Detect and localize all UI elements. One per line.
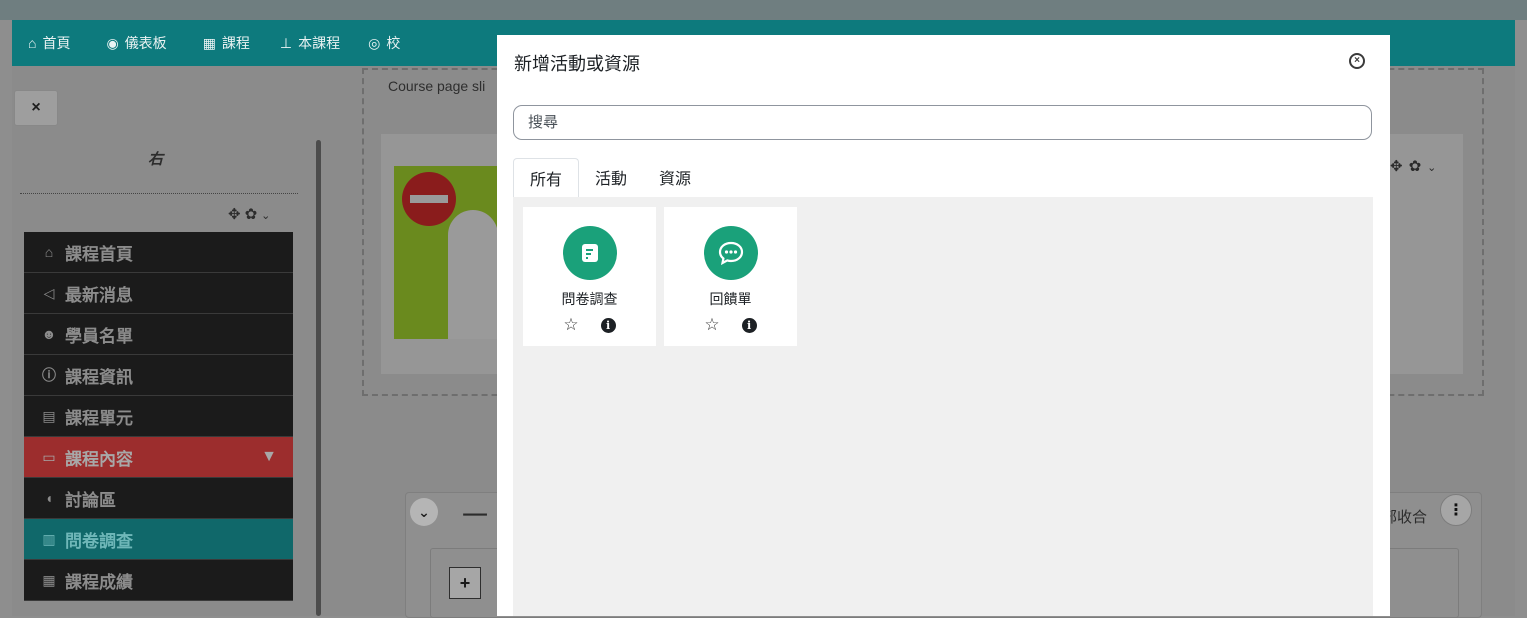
menu-item-label: 最新消息 xyxy=(65,285,133,305)
star-icon[interactable]: ☆ xyxy=(563,315,578,335)
menu-item-label: 學員名單 xyxy=(65,326,133,346)
menu-item-course-info[interactable]: ⓘ 課程資訊 xyxy=(24,355,293,396)
feedback-icon xyxy=(703,226,758,280)
section-title: 一 xyxy=(462,501,489,531)
menu-item-news[interactable]: ◁ 最新消息 xyxy=(24,273,293,314)
table-icon: ▦ xyxy=(42,571,56,588)
bar-chart-icon: ▥ xyxy=(42,530,56,547)
menu-item-participants[interactable]: ☻ 學員名單 xyxy=(24,314,293,355)
nav-item-label: 校 xyxy=(386,35,401,51)
block-controls: ✥✿⌄ xyxy=(228,205,274,223)
move-icon[interactable]: ✥ xyxy=(228,206,245,223)
nav-item-courses[interactable]: ▦ 課程 xyxy=(203,33,250,53)
chevron-down-icon[interactable]: ⌄ xyxy=(1427,162,1442,174)
nav-item-school[interactable]: ◎ 校 xyxy=(368,33,400,53)
figure-image xyxy=(448,210,498,339)
section-collapse-button[interactable]: ⌄ xyxy=(410,498,438,526)
list-icon: ▤ xyxy=(42,407,56,424)
comments-icon: ◖ xyxy=(44,490,54,506)
menu-item-label: 課程單元 xyxy=(65,408,133,428)
chevron-down-icon[interactable]: ⌄ xyxy=(261,210,274,222)
star-icon[interactable]: ☆ xyxy=(704,315,719,335)
nav-item-label: 儀表板 xyxy=(124,35,167,51)
info-icon[interactable]: i xyxy=(600,317,616,333)
activity-card-feedback[interactable]: 回饋單 ☆ i xyxy=(664,207,797,346)
menu-item-label: 課程內容 xyxy=(65,449,133,469)
activity-card-questionnaire[interactable]: 問卷調查 ☆ i xyxy=(523,207,656,346)
sitemap-icon: ⊥ xyxy=(279,34,293,51)
lifebuoy-icon: ◎ xyxy=(368,34,381,51)
menu-item-label: 課程首頁 xyxy=(65,244,133,264)
activity-card-label: 問卷調查 xyxy=(561,291,618,307)
close-icon[interactable]: × xyxy=(1349,53,1365,69)
info-icon: ⓘ xyxy=(42,367,56,383)
divider xyxy=(20,193,298,194)
home-icon: ⌂ xyxy=(44,244,54,260)
tab-activities[interactable]: 活動 xyxy=(579,158,643,196)
menu-item-label: 課程成績 xyxy=(65,572,133,592)
menu-item-forum[interactable]: ◖ 討論區 xyxy=(24,478,293,519)
tab-resources[interactable]: 資源 xyxy=(643,158,707,196)
menu-item-questionnaire[interactable]: ▥ 問卷調查 xyxy=(24,519,293,560)
activity-card-actions: ☆ i xyxy=(563,315,616,335)
nav-item-dashboard[interactable]: ◉ 儀表板 xyxy=(106,33,166,53)
grid-icon: ▦ xyxy=(202,34,216,51)
menu-item-course-units[interactable]: ▤ 課程單元 xyxy=(24,396,293,437)
nav-item-label: 本課程 xyxy=(298,35,341,51)
activity-card-actions: ☆ i xyxy=(704,315,757,335)
block-region-label: 右 xyxy=(148,151,164,168)
course-menu: ⌂ 課程首頁 ◁ 最新消息 ☻ 學員名單 ⓘ 課程資訊 ▤ 課程單元 ▭ 課程內… xyxy=(24,232,293,601)
menu-item-label: 討論區 xyxy=(65,490,116,510)
caret-down-icon: ▼ xyxy=(261,448,277,465)
block-controls-right: ✥✿⌄ xyxy=(1390,157,1442,175)
section-menu-button[interactable]: ⋮ xyxy=(1440,494,1472,526)
dashboard-icon: ◉ xyxy=(106,34,119,51)
gear-icon[interactable]: ✿ xyxy=(245,206,262,223)
menu-item-label: 問卷調查 xyxy=(65,531,133,551)
menu-item-course-content[interactable]: ▭ 課程內容 ▼ xyxy=(24,437,293,478)
modal-tabs: 所有 活動 資源 xyxy=(513,158,1373,198)
menu-item-label: 課程資訊 xyxy=(65,367,133,387)
close-drawer-button[interactable]: × xyxy=(14,90,58,126)
info-icon[interactable]: i xyxy=(741,317,757,333)
users-icon: ☻ xyxy=(41,326,57,342)
questionnaire-icon xyxy=(562,226,617,280)
monitor-icon: ▭ xyxy=(42,448,56,465)
add-activity-button[interactable]: + xyxy=(449,567,481,599)
stop-sign-bar xyxy=(410,195,448,203)
gear-icon[interactable]: ✿ xyxy=(1409,158,1428,175)
nav-item-label: 課程 xyxy=(221,35,250,51)
modal-title: 新增活動或資源 xyxy=(514,54,640,74)
activity-card-label: 回饋單 xyxy=(709,291,752,307)
top-strip xyxy=(0,0,1527,20)
menu-item-course-home[interactable]: ⌂ 課程首頁 xyxy=(24,232,293,273)
slider-title: Course page sli xyxy=(388,78,486,94)
search-input[interactable] xyxy=(513,105,1372,140)
move-icon[interactable]: ✥ xyxy=(1390,158,1409,175)
menu-item-grades[interactable]: ▦ 課程成績 xyxy=(24,560,293,601)
nav-item-home[interactable]: ⌂ 首頁 xyxy=(28,33,70,53)
nav-item-label: 首頁 xyxy=(42,35,71,51)
bullhorn-icon: ◁ xyxy=(43,284,55,301)
tab-all[interactable]: 所有 xyxy=(513,158,580,198)
home-icon: ⌂ xyxy=(28,35,37,51)
nav-item-this-course[interactable]: ⊥ 本課程 xyxy=(280,33,340,53)
scrollbar[interactable] xyxy=(316,140,321,616)
